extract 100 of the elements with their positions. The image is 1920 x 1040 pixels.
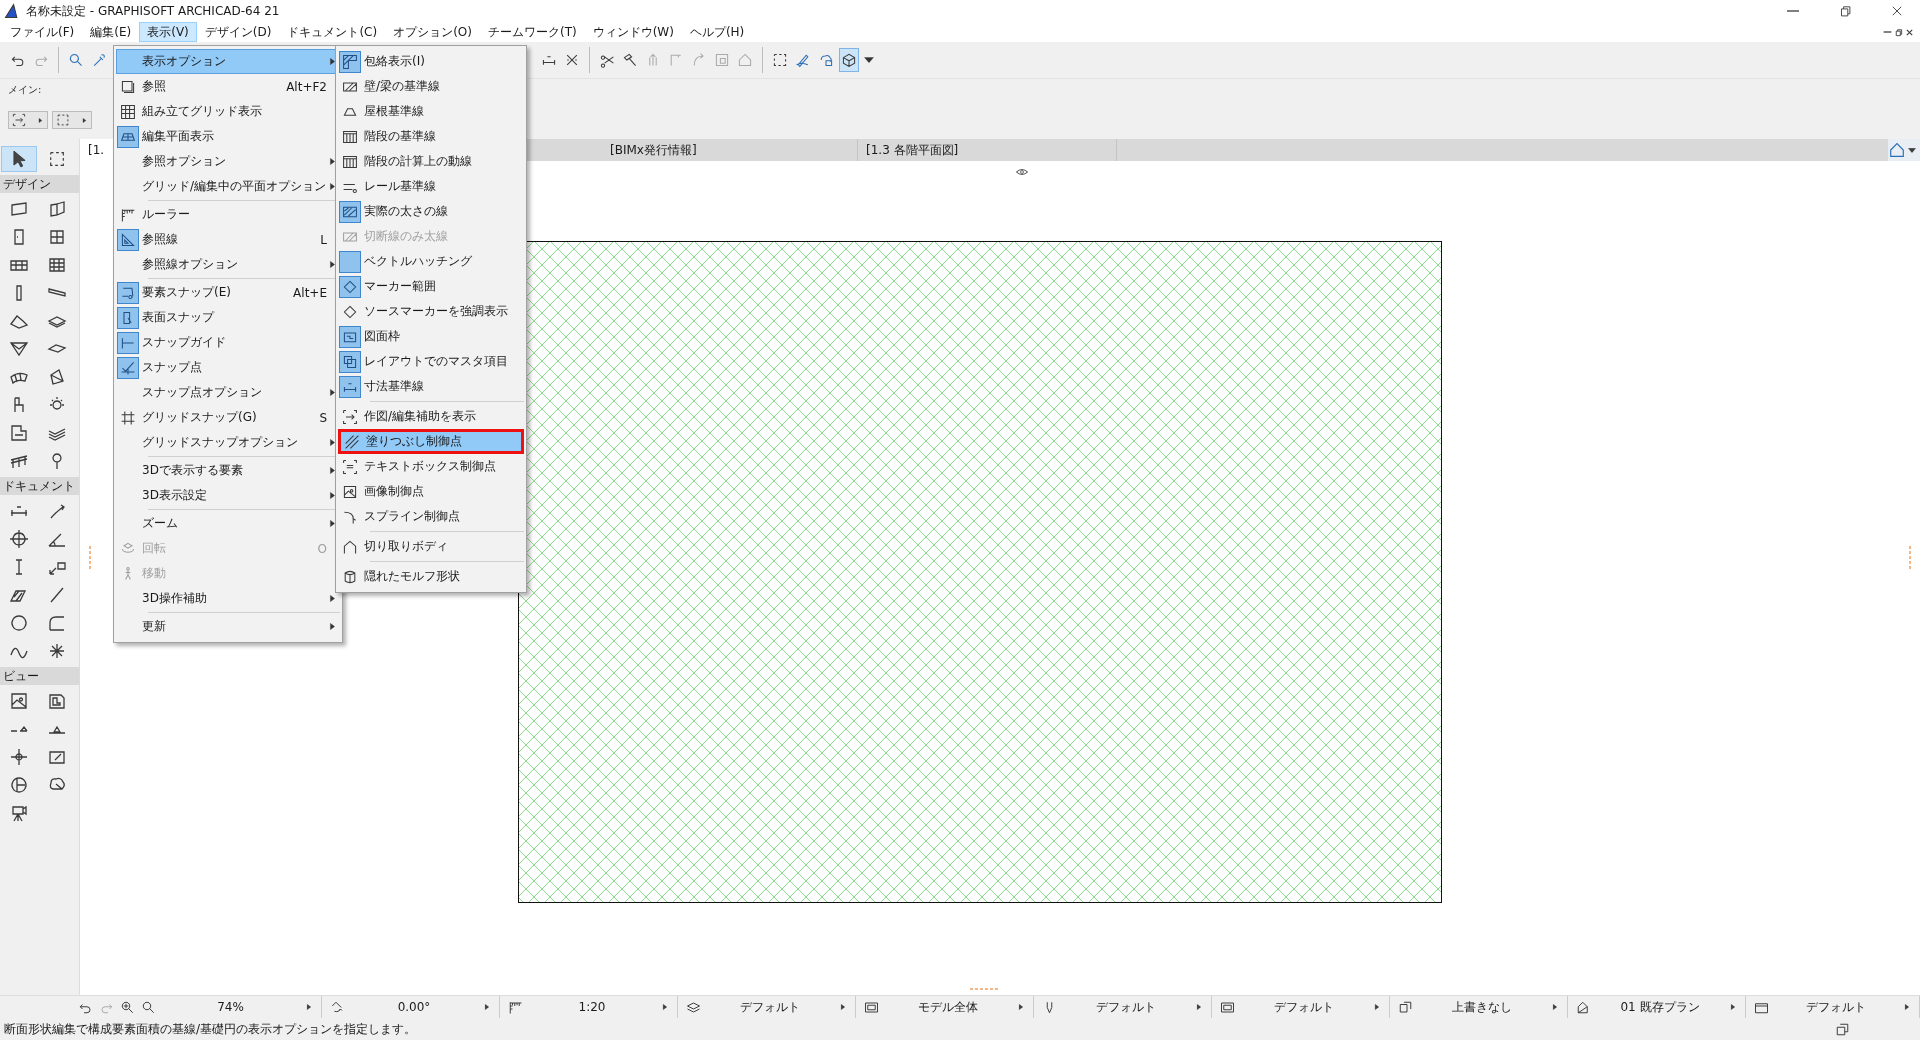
status-dropdown-value[interactable]: 0.00° [351, 1000, 477, 1014]
close-icon [1890, 4, 1904, 18]
info-box-label: メイン: [8, 83, 42, 97]
menu-item[interactable]: 隠れたモルフ形状 [338, 564, 524, 589]
menu-item[interactable]: 寸法基準線 [338, 374, 524, 399]
caret-icon[interactable] [1195, 1004, 1203, 1010]
menu-title[interactable]: オプション(O) [385, 22, 480, 42]
menu-title[interactable]: デザイン(D) [196, 22, 280, 42]
override-icon[interactable] [1398, 999, 1413, 1015]
caret-icon[interactable] [1551, 1004, 1559, 1010]
menu-item[interactable]: 壁/梁の基準線 [338, 74, 524, 99]
cube-button[interactable] [839, 48, 859, 72]
menu-title[interactable]: ファイル(F) [2, 22, 83, 42]
menu-item[interactable]: 参照 Alt+F2 [116, 74, 340, 99]
menu-title[interactable]: チームワーク(T) [479, 22, 585, 42]
splitter-handle[interactable] [970, 987, 998, 991]
caret-icon[interactable] [839, 1004, 847, 1010]
menu-item[interactable]: 3D操作補助 [116, 586, 340, 611]
menu-title[interactable]: ヘルプ(H) [681, 22, 753, 42]
menu-item[interactable]: テキストボックス制御点 [338, 454, 524, 479]
menu-title[interactable]: 表示(V) [139, 22, 197, 42]
menu-item[interactable]: 屋根基準線 [338, 99, 524, 124]
splitter-handle[interactable] [1908, 546, 1912, 570]
logo-icon [4, 3, 20, 19]
menu-item[interactable]: 更新 [116, 614, 340, 639]
status-dropdown-value[interactable]: 1:20 [529, 1000, 655, 1014]
caret-icon[interactable] [1017, 1004, 1025, 1010]
caret-icon[interactable] [483, 1004, 491, 1010]
menu-item[interactable]: 階段の基準線 [338, 124, 524, 149]
angle-icon[interactable] [330, 999, 345, 1015]
status-dropdown-value[interactable]: デフォルト [1063, 998, 1189, 1016]
zoom-fit-icon[interactable] [141, 999, 156, 1015]
crop-icon [714, 52, 730, 68]
image-icon [9, 691, 29, 711]
status-dropdown-value[interactable]: 01 既存プラン [1597, 998, 1723, 1016]
sheet-icon [47, 691, 67, 711]
zoom-value[interactable]: 74% [162, 1000, 299, 1014]
submenu-arrow-icon [328, 261, 337, 268]
toolbox-section-header[interactable]: ドキュメント [0, 477, 79, 495]
menu-item[interactable]: レイアウトでのマスタ項目 [338, 349, 524, 374]
menu-item[interactable]: 切り取りボディ [338, 534, 524, 559]
caret-icon [81, 117, 88, 123]
shortcut-label: Alt+E [293, 285, 328, 300]
renovation-icon[interactable] [1576, 999, 1591, 1015]
submenu-arrow-icon [328, 492, 337, 499]
zoom-in-icon[interactable] [120, 999, 135, 1015]
corner-icon [668, 52, 684, 68]
windows-icon[interactable] [1835, 1021, 1850, 1037]
caret-icon[interactable] [1729, 1004, 1737, 1010]
submenu-arrow-icon [328, 595, 337, 602]
menu-item[interactable]: ベクトルハッチング [338, 249, 524, 274]
caret-icon [864, 57, 874, 63]
pen-icon [795, 52, 811, 68]
menu-item[interactable]: 図面枠 [338, 324, 524, 349]
menu-item[interactable]: スプライン制御点 [338, 504, 524, 529]
navigator-icon[interactable] [1888, 141, 1906, 159]
menu-item[interactable]: 階段の計算上の動線 [338, 149, 524, 174]
status-dropdown-value[interactable]: デフォルト [1241, 998, 1367, 1016]
panel-icon [47, 199, 67, 219]
menu-item[interactable]: 組み立てグリッド表示 [116, 99, 340, 124]
caret-icon[interactable] [661, 1004, 669, 1010]
submenu-arrow-icon [328, 158, 337, 165]
caret-icon[interactable] [1908, 147, 1916, 153]
caret-icon[interactable] [1903, 1004, 1911, 1010]
menu-item[interactable]: 塗りつぶし制御点 [338, 429, 524, 454]
menu-item[interactable]: 包絡表示(I) [338, 49, 524, 74]
restore-icon [1838, 4, 1852, 18]
close-icon[interactable] [1905, 27, 1914, 37]
submenu-arrow-icon [328, 623, 337, 630]
minimize-icon [1786, 10, 1800, 12]
parallelogram-icon [9, 199, 29, 219]
toolbox-section-header[interactable]: デザイン [0, 175, 79, 193]
menu-title[interactable]: ドキュメント(C) [279, 22, 386, 42]
menu-title[interactable]: ウィンドウ(W) [584, 22, 682, 42]
ruler-icon[interactable] [508, 999, 523, 1015]
pointer-tool[interactable] [1, 146, 37, 172]
menu-item[interactable]: 作図/編集補助を表示 [338, 404, 524, 429]
caret-icon[interactable] [1373, 1004, 1381, 1010]
status-dropdown-value[interactable]: デフォルト [707, 998, 833, 1016]
status-dropdown-value[interactable]: モデル全体 [885, 998, 1011, 1016]
caret-icon[interactable] [305, 1004, 313, 1010]
menu-item[interactable]: マーカー範囲 [338, 274, 524, 299]
menu-item[interactable]: 実際の太さの線 [338, 199, 524, 224]
menu-item[interactable]: ソースマーカーを強調表示 [338, 299, 524, 324]
splitter-handle[interactable] [88, 546, 92, 570]
status-dropdown-value[interactable]: デフォルト [1775, 998, 1897, 1016]
restore-icon[interactable] [1894, 27, 1903, 37]
search-icon [68, 52, 84, 68]
status-dropdown-value[interactable]: 上書きなし [1419, 998, 1545, 1016]
toolbox-section-header[interactable]: ビュー [0, 667, 79, 685]
menu-item[interactable]: 画像制御点 [338, 479, 524, 504]
cube-icon [841, 52, 857, 68]
window-icon [47, 227, 67, 247]
menu-item[interactable]: レール基準線 [338, 174, 524, 199]
menu-title[interactable]: 編集(E) [82, 22, 140, 42]
geometry-dropdown[interactable] [8, 111, 48, 129]
submenu-arrow-icon [328, 183, 337, 190]
layers-icon[interactable] [686, 999, 701, 1015]
selection-dropdown[interactable] [52, 111, 92, 129]
zone-icon [9, 423, 29, 443]
